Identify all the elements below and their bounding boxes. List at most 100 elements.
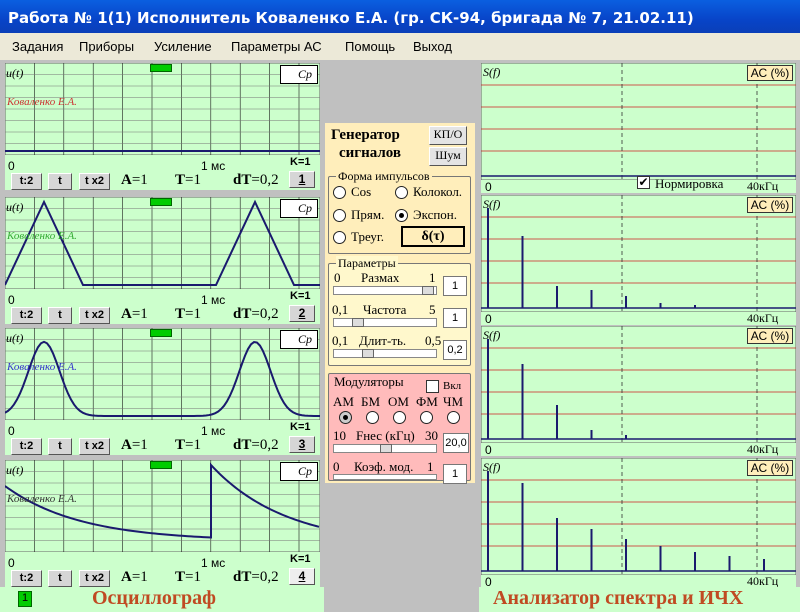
spectrum-bar bbox=[625, 539, 627, 571]
menu-item-gain[interactable]: Усиление bbox=[154, 39, 212, 54]
time-div2-button[interactable]: t:2 bbox=[11, 438, 42, 455]
modulators-label: Модуляторы bbox=[334, 374, 404, 389]
workspace: Коваленко Е.А. Cp u(t) 0 1 мс K=1 t:2 t t x2 A=1 T… bbox=[0, 60, 800, 612]
shape-bell-label: Колокол. bbox=[413, 184, 463, 199]
mod-om-radio[interactable] bbox=[393, 411, 406, 424]
kmod-max: 1 bbox=[427, 459, 434, 474]
spectrum-bar bbox=[694, 552, 696, 571]
amp-max: 1 bbox=[429, 270, 436, 285]
time-div2-button[interactable]: t:2 bbox=[11, 570, 42, 587]
spectrum-bar bbox=[625, 296, 627, 308]
cp-label: Cp bbox=[298, 67, 313, 81]
spectrum-bar bbox=[659, 546, 662, 571]
menu-item-exit[interactable]: Выход bbox=[413, 39, 452, 54]
mod-fm-label: ФМ bbox=[416, 394, 438, 409]
ac-units-button[interactable]: АС (%) bbox=[747, 65, 793, 81]
amp-value[interactable]: 1 bbox=[443, 276, 467, 296]
time-div2-button[interactable]: t:2 bbox=[11, 173, 42, 190]
dur-max: 0,5 bbox=[425, 333, 442, 348]
mod-am-radio[interactable] bbox=[339, 411, 352, 424]
time-reset-button[interactable]: t bbox=[48, 438, 72, 455]
cp-toggle[interactable]: Cp bbox=[280, 65, 318, 84]
amp-slider[interactable] bbox=[333, 286, 437, 295]
noise-button[interactable]: Шум bbox=[429, 147, 467, 166]
spectrum-title: Анализатор спектра и ИЧХ bbox=[493, 587, 744, 609]
menu-item-tasks[interactable]: Задания bbox=[12, 39, 63, 54]
fnes-label: Fнес (кГц) bbox=[356, 428, 415, 443]
ac-units-button[interactable]: АС (%) bbox=[747, 197, 793, 213]
osc-channel-2: Коваленко Е.А. Cp u(t) 0 1 мс K=1 t:2 t t x2 A=1 T… bbox=[5, 197, 320, 324]
shape-cos-radio[interactable] bbox=[333, 186, 346, 199]
kmod-slider[interactable] bbox=[333, 474, 437, 480]
freq-slider-thumb[interactable] bbox=[352, 318, 364, 327]
dur-slider[interactable] bbox=[333, 349, 437, 358]
spectrum-panel-2: S(f) АС (%) 0 40кГц bbox=[481, 195, 796, 326]
freq-min: 0,1 bbox=[332, 302, 349, 317]
channel-number-button[interactable]: 1 bbox=[289, 171, 315, 188]
time-x2-button[interactable]: t x2 bbox=[79, 570, 110, 587]
time-reset-button[interactable]: t bbox=[48, 570, 72, 587]
spectrum-bar bbox=[521, 483, 524, 571]
cp-label: Cp bbox=[298, 464, 313, 478]
cp-toggle[interactable]: Cp bbox=[280, 330, 318, 349]
delta-button[interactable]: δ(τ) bbox=[401, 226, 465, 247]
fnes-slider-thumb[interactable] bbox=[380, 444, 392, 453]
dur-value[interactable]: 0,2 bbox=[443, 340, 467, 360]
kmod-label: Коэф. мод. bbox=[354, 459, 414, 474]
mod-enable-checkbox[interactable] bbox=[426, 380, 439, 393]
spectrum-bar bbox=[521, 236, 524, 308]
mod-bm-radio[interactable] bbox=[366, 411, 379, 424]
freq-label: Частота bbox=[363, 302, 407, 317]
time-x2-button[interactable]: t x2 bbox=[79, 438, 110, 455]
osc-k-label: K=1 bbox=[290, 290, 311, 302]
generator-subtitle: сигналов bbox=[339, 145, 402, 161]
kmod-value[interactable]: 1 bbox=[443, 464, 467, 484]
fnes-slider[interactable] bbox=[333, 444, 437, 453]
cp-toggle[interactable]: Cp bbox=[280, 462, 318, 481]
osc-ylabel: u(t) bbox=[6, 66, 24, 80]
amplitude-param-value: =1 bbox=[131, 172, 148, 188]
menu-item-devices[interactable]: Приборы bbox=[79, 39, 134, 54]
spectrum-bar bbox=[694, 305, 696, 308]
spectrum-ylabel: S(f) bbox=[483, 197, 501, 211]
ac-units-button[interactable]: АС (%) bbox=[747, 460, 793, 476]
ac-units-button[interactable]: АС (%) bbox=[747, 328, 793, 344]
mod-fm-radio[interactable] bbox=[420, 411, 433, 424]
menu-item-ac-params[interactable]: Параметры АС bbox=[231, 39, 322, 54]
channel-number-button[interactable]: 4 bbox=[289, 568, 315, 585]
dt-param: dT=0,2 bbox=[233, 172, 279, 189]
cp-toggle[interactable]: Cp bbox=[280, 199, 318, 218]
osc-ylabel: u(t) bbox=[6, 463, 24, 477]
time-reset-button[interactable]: t bbox=[48, 173, 72, 190]
time-x2-button[interactable]: t x2 bbox=[79, 173, 110, 190]
time-x2-button[interactable]: t x2 bbox=[79, 307, 110, 324]
freq-slider[interactable] bbox=[333, 318, 437, 327]
osc-k-label: K=1 bbox=[290, 553, 311, 565]
freq-value[interactable]: 1 bbox=[443, 308, 467, 328]
time-div2-button[interactable]: t:2 bbox=[11, 307, 42, 324]
osc-zero-label: 0 bbox=[8, 556, 15, 570]
signal-generator: Генератор сигналов КП/О Шум Форма импуль… bbox=[325, 123, 475, 484]
time-reset-button[interactable]: t bbox=[48, 307, 72, 324]
fnes-value[interactable]: 20,0 bbox=[443, 433, 469, 453]
period-param-name: T bbox=[175, 437, 186, 453]
amp-slider-thumb[interactable] bbox=[422, 286, 434, 295]
period-param-name: T bbox=[175, 569, 186, 585]
channel-number-button[interactable]: 3 bbox=[289, 436, 315, 453]
shape-exp-radio[interactable] bbox=[395, 209, 408, 222]
shape-bell-radio[interactable] bbox=[395, 186, 408, 199]
menu-item-help[interactable]: Помощь bbox=[345, 39, 395, 54]
normalize-checkbox[interactable]: ✔ bbox=[637, 176, 650, 189]
shape-rect-radio[interactable] bbox=[333, 209, 346, 222]
period-param-value: =1 bbox=[185, 569, 201, 585]
spectrum-zero-label: 0 bbox=[485, 180, 492, 194]
osc-channel-1: Коваленко Е.А. Cp u(t) 0 1 мс K=1 t:2 t t x2 A=1 T… bbox=[5, 63, 320, 190]
mod-chm-radio[interactable] bbox=[447, 411, 460, 424]
shape-tri-radio[interactable] bbox=[333, 231, 346, 244]
dur-slider-thumb[interactable] bbox=[362, 349, 374, 358]
kp-o-button[interactable]: КП/О bbox=[429, 126, 467, 145]
shape-tri-label: Треуг. bbox=[351, 229, 385, 244]
amplitude-param-value: =1 bbox=[131, 306, 148, 322]
channel-number-button[interactable]: 2 bbox=[289, 305, 315, 322]
osc-ylabel: u(t) bbox=[6, 200, 24, 214]
